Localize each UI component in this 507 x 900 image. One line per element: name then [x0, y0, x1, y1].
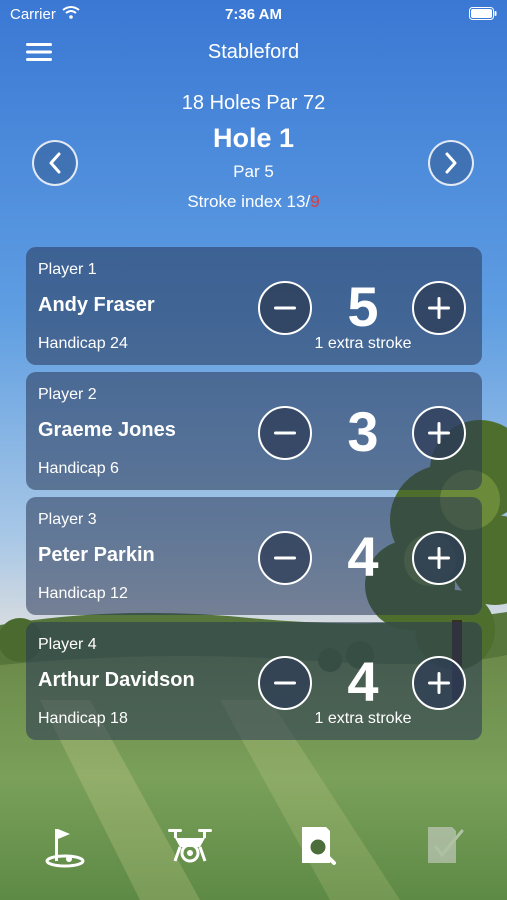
plus-icon	[428, 422, 450, 444]
page-title: Stableford	[207, 41, 300, 63]
player-name: Graeme Jones	[38, 419, 176, 441]
plus-icon	[428, 672, 450, 694]
extra-stroke-label: 1 extra stroke	[314, 335, 412, 352]
player-handicap: Handicap 12	[38, 585, 128, 602]
increase-score-button[interactable]	[412, 281, 466, 335]
player-label: Player 4	[38, 636, 97, 653]
tab-drone[interactable]	[166, 822, 214, 870]
battery-icon	[469, 7, 497, 20]
minus-icon	[274, 556, 296, 560]
course-summary: 18 Holes Par 72	[181, 92, 326, 114]
player-label: Player 3	[38, 511, 97, 528]
decrease-score-button[interactable]	[258, 531, 312, 585]
player-label: Player 2	[38, 386, 97, 403]
player-handicap: Handicap 6	[38, 460, 119, 477]
player-card-3: Player 3 Peter Parkin Handicap 12 4	[26, 497, 482, 615]
stroke-index-text: Stroke index 13/	[187, 192, 311, 211]
player-card-2: Player 2 Graeme Jones Handicap 6 3	[26, 372, 482, 490]
scorecard-check-icon	[428, 827, 464, 863]
minus-icon	[274, 681, 296, 685]
decrease-score-button[interactable]	[258, 656, 312, 710]
player-name: Andy Fraser	[38, 294, 155, 316]
increase-score-button[interactable]	[412, 531, 466, 585]
stroke-index: Stroke index 13/9	[0, 192, 507, 212]
tab-course[interactable]	[40, 822, 88, 870]
player-name: Arthur Davidson	[38, 669, 195, 691]
stroke-index-highlight: 9	[310, 192, 320, 211]
decrease-score-button[interactable]	[258, 406, 312, 460]
player-handicap: Handicap 18	[38, 710, 128, 727]
previous-hole-button[interactable]	[32, 140, 78, 186]
search-document-icon	[302, 827, 336, 865]
player-handicap: Handicap 24	[38, 335, 128, 352]
increase-score-button[interactable]	[412, 406, 466, 460]
player-card-1: Player 1 Andy Fraser Handicap 24 5 1 ext…	[26, 247, 482, 365]
golf-flag-icon	[45, 829, 85, 868]
tab-search[interactable]	[294, 822, 342, 870]
player-score: 5	[347, 275, 379, 338]
clock: 7:36 AM	[225, 6, 282, 23]
minus-icon	[274, 306, 296, 310]
extra-stroke-label: 1 extra stroke	[314, 710, 412, 727]
tab-scorecard[interactable]	[420, 822, 468, 870]
next-hole-button[interactable]	[428, 140, 474, 186]
player-score: 3	[347, 400, 379, 463]
player-score: 4	[347, 525, 379, 588]
chevron-left-icon	[49, 152, 61, 174]
status-bar: Carrier 7:36 AM	[0, 0, 507, 28]
increase-score-button[interactable]	[412, 656, 466, 710]
tab-bar	[0, 818, 507, 878]
player-score: 4	[347, 650, 379, 713]
plus-icon	[428, 297, 450, 319]
plus-icon	[428, 547, 450, 569]
drone-icon	[168, 829, 212, 863]
minus-icon	[274, 431, 296, 435]
navigation-bar: Stableford	[0, 36, 507, 68]
player-card-4: Player 4 Arthur Davidson Handicap 18 4 1…	[26, 622, 482, 740]
player-label: Player 1	[38, 261, 97, 278]
player-name: Peter Parkin	[38, 544, 155, 566]
decrease-score-button[interactable]	[258, 281, 312, 335]
chevron-right-icon	[445, 152, 457, 174]
